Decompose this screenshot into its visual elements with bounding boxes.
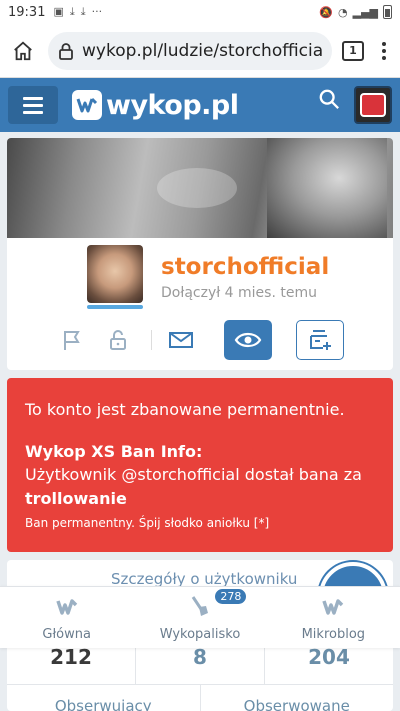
home-icon: [14, 41, 32, 60]
battery-icon: [383, 5, 392, 19]
browser-toolbar: wykop.pl/ludzie/storchofficial 1: [0, 24, 400, 78]
kebab-dot: [382, 48, 386, 53]
shovel-icon: [190, 595, 210, 619]
stat-value: 212: [7, 642, 136, 684]
wykopalisko-count-badge: 278: [215, 589, 247, 604]
nav-label: Wykopalisko: [159, 627, 241, 642]
bottom-navigation: Główna 278 Wykopalisko Mikroblog: [0, 586, 400, 648]
ban-title: To konto jest zbanowane permanentnie.: [25, 400, 345, 419]
browser-menu-button[interactable]: [374, 36, 394, 66]
ban-reason: trollowanie: [25, 489, 127, 508]
nav-label: Mikroblog: [301, 627, 366, 642]
tabs-switcher-button[interactable]: 1: [342, 40, 364, 61]
wykop-logo[interactable]: wykop.pl: [72, 90, 239, 121]
stat-value: 8: [136, 642, 265, 684]
download-notification-icon-2: ⤓: [80, 5, 86, 18]
actions-divider: [151, 330, 152, 350]
block-button[interactable]: [101, 323, 135, 357]
mute-icon: 🔕: [319, 5, 333, 19]
system-icons: 🔕 ◔ ▂▄▆: [319, 5, 392, 19]
profile-username: storchofficial: [161, 254, 330, 280]
ban-note: Ban permanentny. Śpij słodko aniołku [*]: [25, 516, 270, 530]
main-icon: [55, 595, 78, 619]
kebab-dot: [382, 55, 386, 60]
microblog-icon: [322, 595, 344, 619]
profile-cover-image: [7, 138, 393, 238]
profile-user-row: storchofficial Dołączył 4 mies. temu: [87, 245, 383, 309]
home-button[interactable]: [6, 34, 40, 68]
flag-icon: [64, 331, 80, 350]
ban-message: Użytkownik @storchofficial dostał bana z…: [25, 463, 375, 511]
observe-button[interactable]: [224, 320, 272, 360]
nav-item-microblog[interactable]: Mikroblog: [267, 587, 400, 648]
hamburger-menu-button[interactable]: [8, 86, 58, 124]
lock-icon: [59, 42, 73, 60]
avatar-color-bar: [87, 305, 143, 309]
tab-followers[interactable]: Obserwujący: [7, 685, 201, 711]
wifi-icon: ◔: [338, 5, 348, 19]
search-button[interactable]: [314, 84, 344, 114]
site-header: wykop.pl: [0, 78, 400, 132]
ban-info-title: Wykop XS Ban Info:: [25, 442, 203, 461]
search-icon: [319, 89, 339, 109]
envelope-icon: [169, 332, 193, 348]
url-text: wykop.pl/ludzie/storchofficial: [82, 40, 322, 61]
profile-avatar[interactable]: [87, 245, 143, 303]
profile-actions: [55, 320, 344, 360]
hamburger-line: [23, 110, 43, 114]
signal-icon: ▂▄▆: [352, 5, 378, 19]
gallery-notification-icon: ▣: [53, 5, 64, 18]
wykop-logo-text: wykop.pl: [106, 89, 239, 121]
add-to-list-button[interactable]: [296, 320, 344, 360]
cover-smoke: [157, 168, 237, 208]
status-time: 19:31: [8, 4, 46, 20]
address-bar[interactable]: wykop.pl/ludzie/storchofficial: [48, 31, 332, 70]
profile-avatar-wrapper: [87, 245, 143, 309]
tab-following[interactable]: Obserwowane: [201, 685, 394, 711]
followers-tabs: Obserwujący Obserwowane: [7, 684, 393, 711]
wykop-logo-icon: [72, 90, 102, 120]
user-stats: 212 8 204: [7, 642, 393, 684]
cover-face: [267, 138, 387, 238]
download-notification-icon: ⤓: [69, 5, 75, 18]
profile-name-block: storchofficial Dołączył 4 mies. temu: [161, 253, 329, 303]
hamburger-line: [23, 96, 43, 100]
nav-item-main[interactable]: Główna: [0, 587, 133, 648]
add-list-icon: [310, 330, 331, 350]
report-button[interactable]: [55, 323, 89, 357]
nav-label: Główna: [42, 627, 91, 642]
ban-message-text: Użytkownik @storchofficial dostał bana z…: [25, 465, 362, 484]
send-message-button[interactable]: [164, 323, 198, 357]
kebab-dot: [382, 41, 386, 46]
notification-icons: ▣ ⤓ ⤓ ···: [53, 5, 102, 19]
profile-card: storchofficial Dołączył 4 mies. temu: [7, 138, 393, 370]
android-status-bar: 19:31 ▣ ⤓ ⤓ ··· 🔕 ◔ ▂▄▆: [0, 0, 400, 24]
stat-value: 204: [308, 645, 350, 669]
unlock-icon: [110, 330, 126, 350]
eye-icon: [234, 332, 262, 348]
ban-notice: To konto jest zbanowane permanentnie. Wy…: [7, 378, 393, 552]
user-avatar-image: [360, 93, 386, 117]
profile-joined-date: Dołączył 4 mies. temu: [161, 285, 317, 301]
user-avatar-button[interactable]: [354, 86, 392, 124]
hamburger-line: [23, 103, 43, 107]
more-notifications: ···: [91, 5, 103, 18]
nav-item-wykopalisko[interactable]: 278 Wykopalisko: [133, 587, 266, 648]
